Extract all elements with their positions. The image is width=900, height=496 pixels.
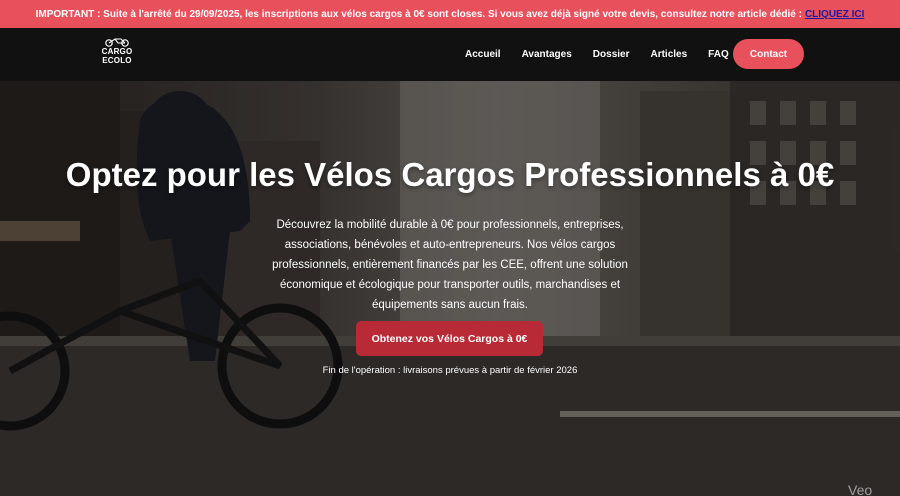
nav-links: Accueil Avantages Dossier Articles FAQ xyxy=(465,28,729,81)
veo-watermark: Veo xyxy=(848,482,873,496)
banner-text: IMPORTANT : Suite à l'arrêté du 29/09/20… xyxy=(35,8,802,20)
logo-text-line1: CARGO xyxy=(101,47,133,56)
announcement-banner: IMPORTANT : Suite à l'arrêté du 29/09/20… xyxy=(0,0,900,28)
hero-note: Fin de l'opération : livraisons prévues … xyxy=(322,365,578,376)
navbar: CARGO ECOLO Accueil Avantages Dossier Ar… xyxy=(0,28,900,81)
bike-icon xyxy=(105,38,129,47)
hero-description: Découvrez la mobilité durable à 0€ pour … xyxy=(272,219,628,311)
nav-link-dossier[interactable]: Dossier xyxy=(593,49,630,60)
nav-link-faq[interactable]: FAQ xyxy=(708,49,729,60)
nav-link-avantages[interactable]: Avantages xyxy=(522,49,572,60)
hero-section: Optez pour les Vélos Cargos Professionne… xyxy=(0,81,900,496)
contact-button[interactable]: Contact xyxy=(733,39,804,69)
nav-link-accueil[interactable]: Accueil xyxy=(465,49,501,60)
nav-link-articles[interactable]: Articles xyxy=(650,49,687,60)
logo[interactable]: CARGO ECOLO xyxy=(100,37,134,69)
logo-text-line2: ECOLO xyxy=(102,56,132,65)
cta-button[interactable]: Obtenez vos Vélos Cargos à 0€ xyxy=(356,321,543,356)
hero-title: Optez pour les Vélos Cargos Professionne… xyxy=(65,156,835,193)
banner-link[interactable]: CLIQUEZ ICI xyxy=(805,9,864,20)
